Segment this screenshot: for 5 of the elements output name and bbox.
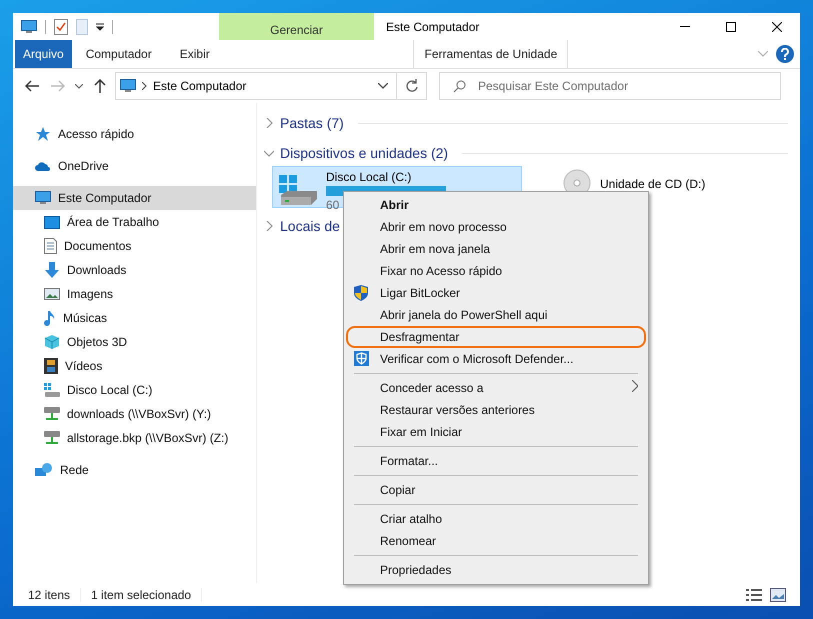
contextual-group-label: Gerenciar xyxy=(219,13,374,40)
window-title: Este Computador xyxy=(385,19,480,36)
selection-status: 1 item selecionado xyxy=(91,588,202,602)
item-count: 12 itens xyxy=(28,588,82,602)
address-path: Este Computador xyxy=(153,79,248,93)
